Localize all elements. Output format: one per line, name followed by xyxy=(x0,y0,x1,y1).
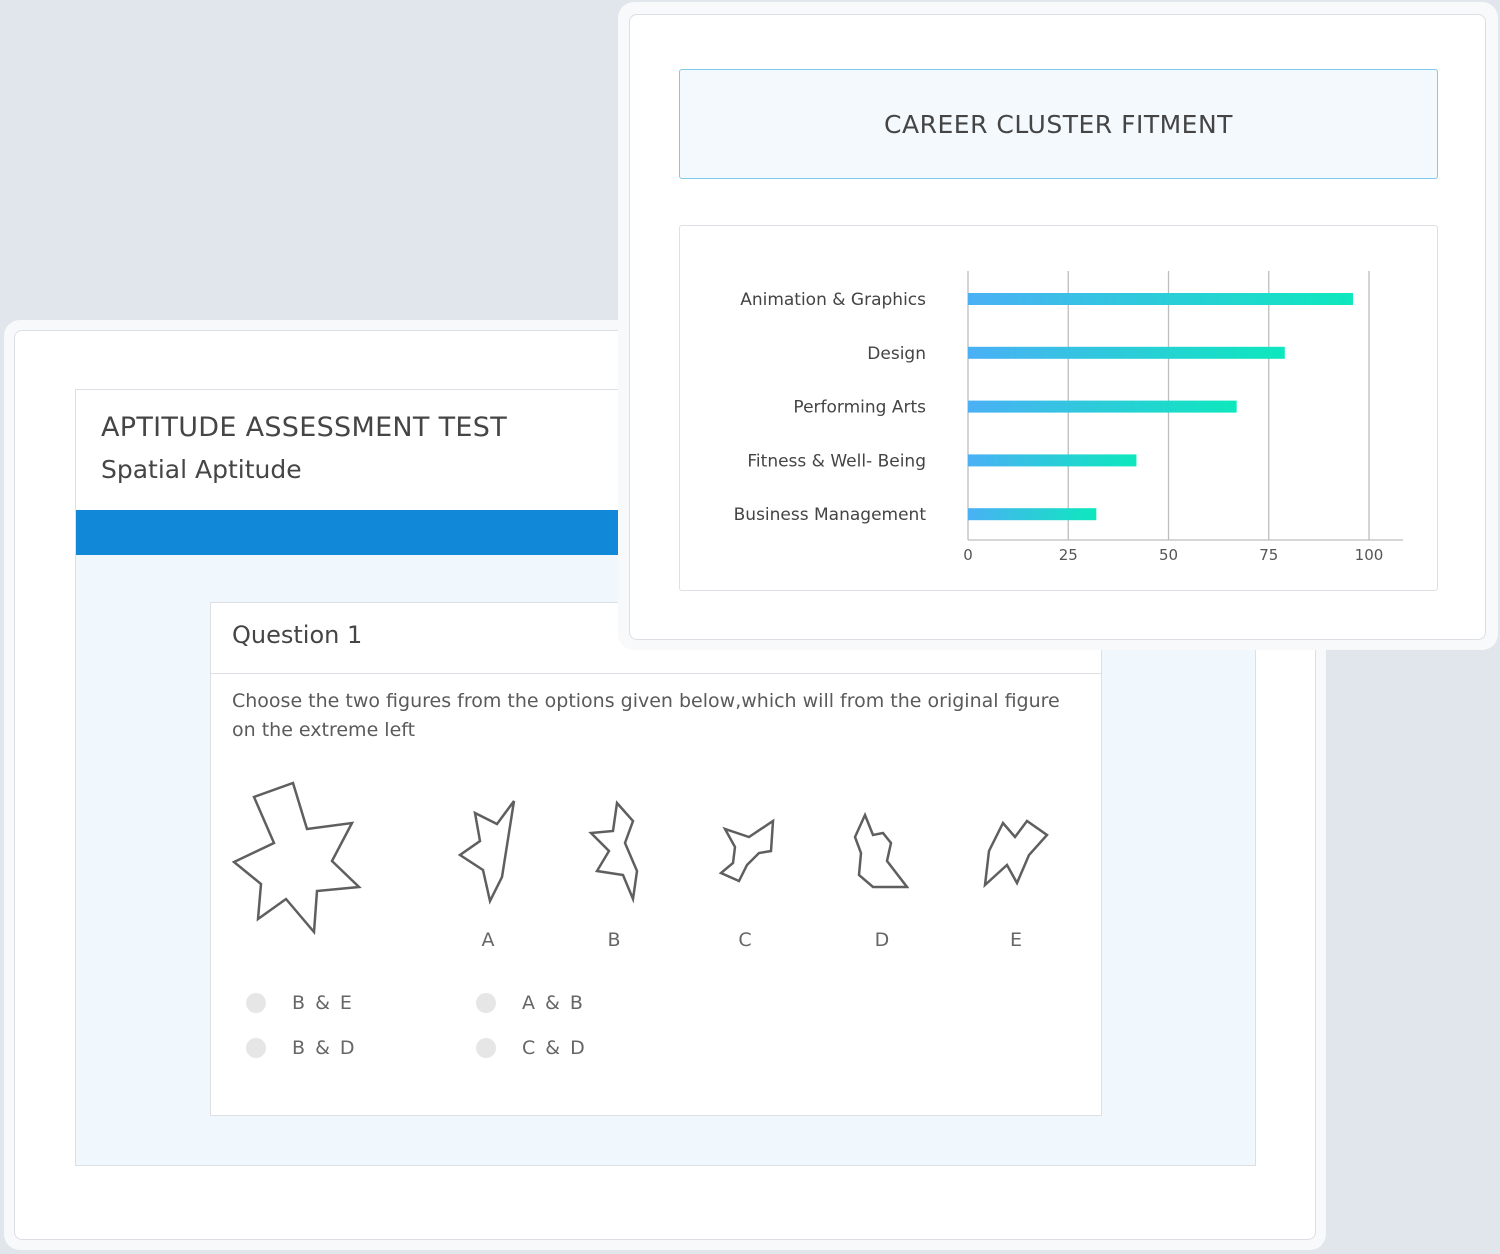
bar-2 xyxy=(968,400,1237,413)
category-label-2: Performing Arts xyxy=(793,398,926,418)
x-tick-label-1: 25 xyxy=(1059,546,1078,564)
answer-option-b-e[interactable]: B & E xyxy=(246,992,354,1014)
question-card: Question 1 Choose the two figures from t… xyxy=(210,602,1102,1116)
category-label-1: Design xyxy=(867,344,926,364)
x-tick-label-0: 0 xyxy=(963,546,973,564)
option-label: C & D xyxy=(522,1037,587,1059)
bar-1 xyxy=(968,346,1285,359)
option-figure-b[interactable] xyxy=(587,799,649,907)
figure-label-b: B xyxy=(607,929,621,951)
career-bar-chart: 0 25 50 75 100 Animation & Graphics Design Perf… xyxy=(734,271,1403,564)
fitment-title: CAREER CLUSTER FITMENT xyxy=(884,109,1233,139)
question-text: Choose the two figures from the options … xyxy=(232,690,1060,741)
option-figure-d[interactable] xyxy=(851,811,909,895)
radio-button[interactable] xyxy=(246,1038,266,1058)
question-title: Question 1 xyxy=(232,621,363,649)
test-title: APTITUDE ASSESSMENT TEST xyxy=(101,412,507,443)
x-tick-label-3: 75 xyxy=(1259,546,1278,564)
bar-0 xyxy=(968,293,1353,305)
radio-button[interactable] xyxy=(476,1038,496,1058)
answer-option-a-b[interactable]: A & B xyxy=(476,992,585,1014)
option-figure-c[interactable] xyxy=(715,817,777,887)
bar-3 xyxy=(968,454,1137,467)
option-figure-a[interactable] xyxy=(455,799,517,907)
category-label-0: Animation & Graphics xyxy=(740,290,926,310)
figure-label-d: D xyxy=(874,929,890,951)
original-star-figure xyxy=(231,781,362,936)
category-label-4: Business Management xyxy=(734,505,927,525)
radio-button[interactable] xyxy=(246,993,266,1013)
bar-4 xyxy=(968,508,1097,521)
option-label: B & E xyxy=(292,992,354,1014)
x-tick-label-2: 50 xyxy=(1159,546,1178,564)
career-fitment-inner: CAREER CLUSTER FITMENT 0 25 50 75 100 Animati… xyxy=(629,14,1486,640)
answer-option-b-d[interactable]: B & D xyxy=(246,1037,357,1059)
fitment-header: CAREER CLUSTER FITMENT xyxy=(679,69,1438,179)
option-figure-e[interactable] xyxy=(981,815,1051,889)
option-label: A & B xyxy=(522,992,585,1014)
answer-option-c-d[interactable]: C & D xyxy=(476,1037,587,1059)
x-tick-label-4: 100 xyxy=(1355,546,1384,564)
radio-button[interactable] xyxy=(476,993,496,1013)
figure-label-a: A xyxy=(481,929,495,951)
option-label: B & D xyxy=(292,1037,357,1059)
figure-label-e: E xyxy=(1009,929,1022,951)
career-chart: 0 25 50 75 100 Animation & Graphics Design Perf… xyxy=(679,225,1438,591)
category-label-3: Fitness & Well- Being xyxy=(747,451,926,471)
career-fitment-panel: CAREER CLUSTER FITMENT 0 25 50 75 100 Animati… xyxy=(618,2,1498,650)
test-subtitle: Spatial Aptitude xyxy=(101,455,302,484)
figure-label-c: C xyxy=(738,929,752,951)
